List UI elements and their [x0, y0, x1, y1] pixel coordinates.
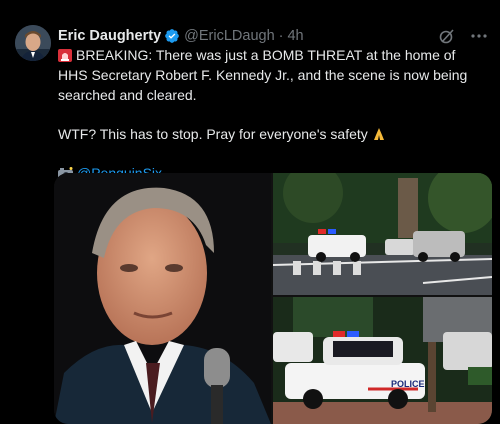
police-scene-image-1 — [273, 173, 492, 295]
photo-police-scene-2[interactable]: POLICE — [273, 297, 492, 424]
author-avatar[interactable] — [15, 25, 51, 61]
tweet-header: Eric Daugherty @EricLDaugh · 4h — [58, 26, 488, 46]
more-icon[interactable] — [470, 27, 488, 45]
author-name[interactable]: Eric Daugherty — [58, 28, 161, 44]
police-scene-image-2: POLICE — [273, 297, 492, 424]
photo-rfk-portrait[interactable] — [54, 173, 271, 424]
breaking-text: BREAKING: There was just a BOMB THREAT a… — [58, 47, 468, 103]
comment-text: WTF? This has to stop. Pray for everyone… — [58, 126, 368, 142]
tweet-paragraph-comment: WTF? This has to stop. Pray for everyone… — [58, 124, 488, 144]
tweet-text: BREAKING: There was just a BOMB THREAT a… — [58, 45, 488, 183]
tweet-paragraph-breaking: BREAKING: There was just a BOMB THREAT a… — [58, 45, 488, 105]
author-handle[interactable]: @EricLDaugh — [184, 28, 274, 44]
media-grid: POLICE — [54, 173, 492, 424]
avatar-image — [15, 25, 51, 61]
portrait-image — [54, 173, 271, 424]
grok-icon[interactable] — [438, 27, 456, 45]
tweet-timestamp[interactable]: 4h — [287, 28, 303, 44]
separator-dot: · — [278, 28, 284, 44]
folded-hands-emoji-icon — [373, 128, 384, 140]
verified-badge-icon[interactable] — [164, 28, 180, 44]
siren-emoji-icon — [58, 49, 72, 62]
photo-police-scene-1[interactable] — [273, 173, 492, 295]
